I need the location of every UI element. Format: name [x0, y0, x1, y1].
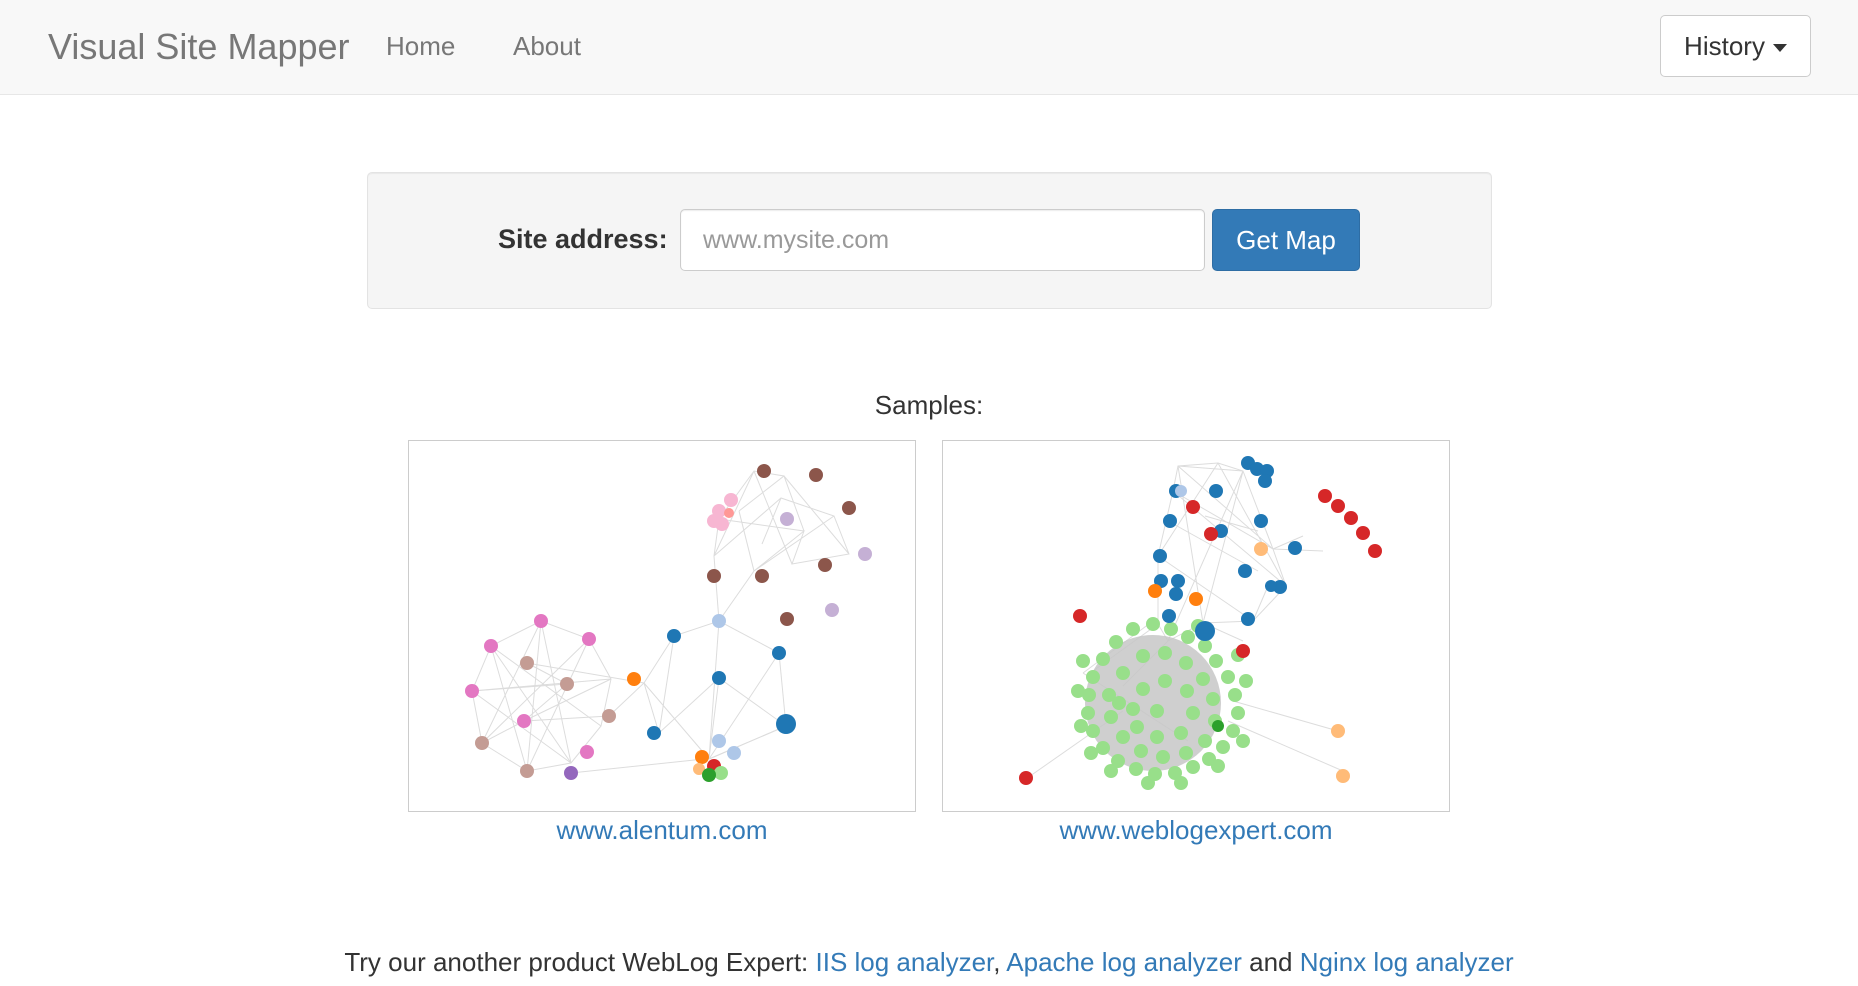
footer-prefix: Try our another product WebLog Expert:: [344, 947, 816, 977]
apache-log-analyzer-link[interactable]: Apache log analyzer: [1006, 947, 1242, 977]
site-address-input[interactable]: [680, 209, 1205, 271]
sample-link-alentum[interactable]: www.alentum.com: [408, 815, 916, 846]
footer-promo: Try our another product WebLog Expert: I…: [0, 947, 1858, 978]
site-graph-alentum: [465, 464, 872, 782]
brand-link[interactable]: Visual Site Mapper: [48, 26, 350, 68]
nginx-log-analyzer-link[interactable]: Nginx log analyzer: [1300, 947, 1514, 977]
nav-about-link[interactable]: About: [513, 31, 581, 62]
caret-down-icon: [1772, 43, 1787, 52]
get-map-button[interactable]: Get Map: [1212, 209, 1360, 271]
sample-image-alentum[interactable]: [408, 440, 916, 812]
sample-image-weblogexpert[interactable]: [942, 440, 1450, 812]
navbar: Visual Site Mapper Home About History: [0, 0, 1858, 95]
history-label: History: [1684, 30, 1765, 61]
footer-separator-and: and: [1241, 947, 1300, 977]
footer-separator-comma: ,: [993, 947, 1007, 977]
site-address-label: Site address:: [498, 224, 668, 254]
sample-link-weblogexpert[interactable]: www.weblogexpert.com: [942, 815, 1450, 846]
iis-log-analyzer-link[interactable]: IIS log analyzer: [816, 947, 994, 977]
site-graph-weblogexpert: [1019, 456, 1382, 790]
nav-home-link[interactable]: Home: [386, 31, 455, 62]
history-dropdown-button[interactable]: History: [1660, 15, 1811, 77]
samples-heading: Samples:: [874, 390, 984, 420]
